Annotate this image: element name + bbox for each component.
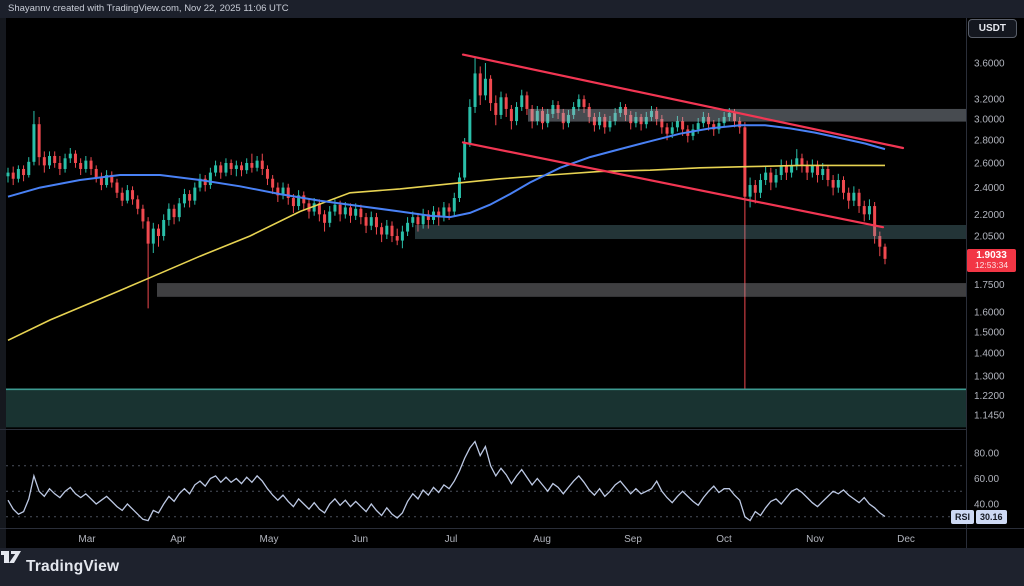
month-tick: Sep	[624, 534, 642, 545]
rsi-tick: 40.00	[974, 500, 999, 511]
rsi-pane	[6, 442, 966, 521]
month-tick: Jun	[352, 534, 368, 545]
chart-canvas[interactable]: 3.6000 3.2000 3.0000 2.8000 2.6000 2.4000 2.20…	[0, 0, 1024, 586]
footer-bar: TradingView	[0, 548, 1024, 586]
last-price-badge: 1.9033 12:53:34	[967, 249, 1016, 272]
price-tick: 2.2000	[974, 210, 1005, 221]
price-tick: 2.0500	[974, 232, 1005, 243]
price-tick: 1.1450	[974, 411, 1005, 422]
tradingview-snapshot: Shayannv created with TradingView.com, N…	[0, 0, 1024, 586]
price-axis: 3.6000 3.2000 3.0000 2.8000 2.6000 2.4000 2.20…	[974, 59, 1005, 511]
price-tick: 3.0000	[974, 115, 1005, 126]
price-tick: 1.2200	[974, 391, 1005, 402]
rsi-tick: 60.00	[974, 474, 999, 485]
month-tick: Aug	[533, 534, 551, 545]
price-tick: 2.8000	[974, 136, 1005, 147]
price-tick: 1.6000	[974, 308, 1005, 319]
quote-currency-button[interactable]: USDT	[968, 19, 1017, 38]
rsi-value-badge: RSI 30.16	[951, 510, 1007, 524]
price-tick: 3.6000	[974, 59, 1005, 70]
tradingview-logo-icon[interactable]	[0, 548, 22, 566]
price-tick: 2.4000	[974, 183, 1005, 194]
bar-countdown: 12:53:34	[967, 261, 1016, 270]
rsi-value: 30.16	[976, 510, 1007, 524]
price-tick: 1.5000	[974, 328, 1005, 339]
month-tick: Jul	[445, 534, 458, 545]
month-tick: Apr	[170, 534, 186, 545]
month-tick: Mar	[78, 534, 96, 545]
tradingview-brand[interactable]: TradingView	[26, 558, 119, 576]
support-zone-175	[157, 283, 966, 297]
demand-zone-low	[6, 389, 966, 427]
price-tick: 2.6000	[974, 158, 1005, 169]
rsi-label: RSI	[951, 510, 974, 524]
rsi-line	[8, 442, 885, 521]
month-tick: Nov	[806, 534, 824, 545]
time-axis: Mar Apr May Jun Jul Aug Sep Oct Nov Dec	[78, 534, 915, 545]
rsi-tick: 80.00	[974, 449, 999, 460]
price-tick: 1.7500	[974, 280, 1005, 291]
month-tick: May	[260, 534, 279, 545]
price-tick: 1.3000	[974, 371, 1005, 382]
ma-slow-line	[8, 165, 885, 340]
price-tick: 3.2000	[974, 95, 1005, 106]
price-zones	[6, 109, 966, 427]
ma-fast-line	[8, 125, 885, 217]
candlestick-series	[7, 58, 887, 389]
price-tick: 1.4000	[974, 349, 1005, 360]
month-tick: Oct	[716, 534, 732, 545]
month-tick: Dec	[897, 534, 915, 545]
